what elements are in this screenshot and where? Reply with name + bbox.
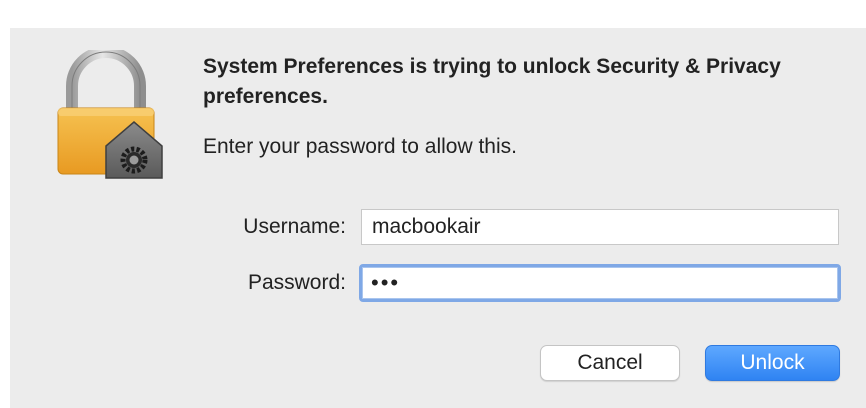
dialog-message: Enter your password to allow this. [203, 135, 517, 158]
username-field[interactable] [361, 209, 839, 245]
padlock-gear-icon [57, 50, 163, 179]
authentication-dialog: System Preferences is trying to unlock S… [10, 28, 866, 408]
unlock-button[interactable]: Unlock [705, 345, 840, 381]
password-field[interactable] [359, 264, 841, 302]
cancel-button[interactable]: Cancel [540, 345, 680, 381]
dialog-title: System Preferences is trying to unlock S… [203, 55, 781, 108]
username-label: Username: [243, 215, 346, 238]
password-label: Password: [247, 271, 346, 294]
